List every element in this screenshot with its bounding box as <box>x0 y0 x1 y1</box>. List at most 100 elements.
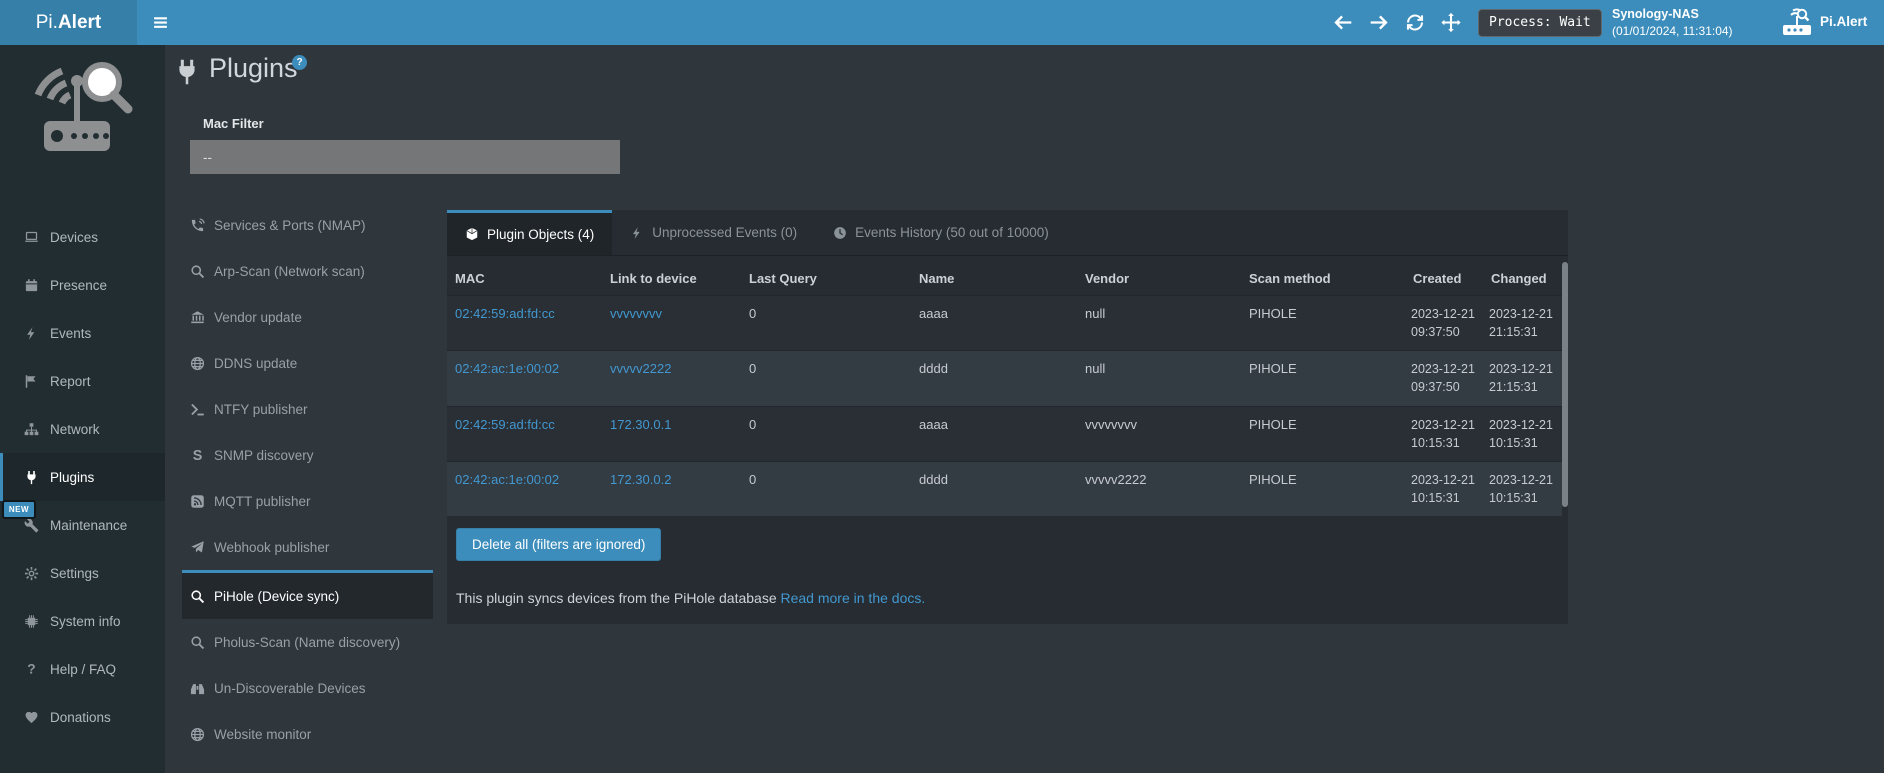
plugin-nav-snmp-discovery[interactable]: SNMP discovery <box>182 432 433 478</box>
sidebar-item-label: System info <box>50 614 121 629</box>
bolt-icon <box>24 326 39 341</box>
sidebar-item-label: Maintenance <box>50 518 127 533</box>
pialert-logo <box>24 57 138 167</box>
scan-method-cell: PIHOLE <box>1241 296 1405 351</box>
rss-icon <box>190 494 205 509</box>
plugin-nav-pholus-scan[interactable]: Pholus-Scan (Name discovery) <box>182 619 433 665</box>
heart-icon <box>24 710 39 725</box>
sidebar-toggle-button[interactable] <box>137 0 183 45</box>
name-cell: aaaa <box>911 296 1077 351</box>
gear-icon <box>24 566 39 581</box>
brand-bold: Alert <box>58 12 101 34</box>
sitemap-icon <box>24 422 39 437</box>
plugin-nav-label: Services & Ports (NMAP) <box>214 218 366 233</box>
cube-icon <box>465 227 479 241</box>
globe-icon <box>190 356 205 371</box>
created-cell: 2023-12-2109:37:50 <box>1405 296 1483 351</box>
tab-plugin-objects[interactable]: Plugin Objects (4) <box>447 210 612 255</box>
tab-bar: Plugin Objects (4) Unprocessed Events (0… <box>447 210 1568 256</box>
delete-all-button[interactable]: Delete all (filters are ignored) <box>456 528 661 561</box>
table-scrollbar[interactable] <box>1562 262 1568 507</box>
mac-link[interactable]: 02:42:59:ad:fd:cc <box>447 296 602 351</box>
device-link[interactable]: vvvvvvvv <box>602 296 741 351</box>
name-cell: aaaa <box>911 406 1077 461</box>
table-row: 02:42:59:ad:fd:cc vvvvvvvv 0 aaaa null P… <box>447 296 1562 351</box>
globe-icon <box>190 727 205 742</box>
move-icon[interactable] <box>1440 12 1462 33</box>
sidebar-item-plugins[interactable]: Plugins <box>0 453 165 501</box>
s-letter-icon <box>190 448 205 463</box>
scan-method-cell: PIHOLE <box>1241 406 1405 461</box>
vendor-cell: null <box>1077 351 1241 406</box>
host-timestamp: (01/01/2024, 11:31:04) <box>1612 23 1733 40</box>
clock-icon <box>833 226 847 240</box>
plugin-nav-ntfy-publisher[interactable]: NTFY publisher <box>182 386 433 432</box>
column-header-changed: Changed <box>1483 262 1562 296</box>
changed-cell: 2023-12-2121:15:31 <box>1483 351 1562 406</box>
calendar-icon <box>24 278 39 293</box>
plugin-nav-vendor-update[interactable]: Vendor update <box>182 294 433 340</box>
plug-icon <box>24 470 39 485</box>
last-query-cell: 0 <box>741 351 911 406</box>
device-link[interactable]: 172.30.0.2 <box>602 461 741 516</box>
sidebar-item-devices[interactable]: Devices <box>0 213 165 261</box>
plugin-nav-label: Webhook publisher <box>214 540 329 555</box>
sidebar-item-donations[interactable]: Donations <box>0 693 165 741</box>
help-badge[interactable]: ? <box>292 55 307 70</box>
search-icon <box>190 635 205 650</box>
wrench-icon <box>24 518 39 533</box>
last-query-cell: 0 <box>741 406 911 461</box>
column-header-scan-method: Scan method <box>1241 262 1405 296</box>
plugin-nav-label: Un-Discoverable Devices <box>214 681 366 696</box>
plugin-nav-pihole-device-sync[interactable]: PiHole (Device sync) <box>182 570 433 619</box>
nav-back-icon[interactable] <box>1332 12 1354 33</box>
plugin-nav-arp-scan[interactable]: Arp-Scan (Network scan) <box>182 248 433 294</box>
sidebar-item-settings[interactable]: Settings <box>0 549 165 597</box>
mac-filter-input[interactable] <box>190 140 620 174</box>
tab-events-history[interactable]: Events History (50 out of 10000) <box>815 210 1067 255</box>
plugin-nav-undiscoverable-devices[interactable]: Un-Discoverable Devices <box>182 665 433 711</box>
host-name: Synology-NAS <box>1612 5 1733 23</box>
plugin-nav-label: DDNS update <box>214 356 297 371</box>
content-area: Plugins ? Mac Filter Services & Ports (N… <box>165 45 1884 773</box>
table-header-row: MAC Link to device Last Query Name Vendo… <box>447 262 1562 296</box>
laptop-icon <box>24 230 39 245</box>
sidebar-item-label: Help / FAQ <box>50 662 116 677</box>
sidebar-item-report[interactable]: Report <box>0 357 165 405</box>
tab-unprocessed-events[interactable]: Unprocessed Events (0) <box>612 210 815 255</box>
plugin-nav-label: Vendor update <box>214 310 302 325</box>
docs-link[interactable]: Read more in the docs. <box>781 590 926 606</box>
brand-prefix: Pi. <box>36 12 58 34</box>
mac-link[interactable]: 02:42:ac:1e:00:02 <box>447 351 602 406</box>
sidebar-item-help-faq[interactable]: Help / FAQ <box>0 645 165 693</box>
device-link[interactable]: 172.30.0.1 <box>602 406 741 461</box>
column-header-last-query: Last Query <box>741 262 911 296</box>
vendor-cell: null <box>1077 296 1241 351</box>
sidebar-item-label: Report <box>50 374 91 389</box>
tab-label: Unprocessed Events (0) <box>652 225 797 240</box>
plugin-nav-ddns-update[interactable]: DDNS update <box>182 340 433 386</box>
sidebar-item-presence[interactable]: Presence <box>0 261 165 309</box>
terminal-icon <box>190 402 205 417</box>
mac-link[interactable]: 02:42:59:ad:fd:cc <box>447 406 602 461</box>
column-header-name: Name <box>911 262 1077 296</box>
sidebar-item-network[interactable]: Network <box>0 405 165 453</box>
refresh-icon[interactable] <box>1404 12 1426 33</box>
sidebar-item-events[interactable]: Events <box>0 309 165 357</box>
plugin-nav-webhook-publisher[interactable]: Webhook publisher <box>182 524 433 570</box>
sidebar-item-system-info[interactable]: System info <box>0 597 165 645</box>
plugin-nav-services-ports[interactable]: Services & Ports (NMAP) <box>182 202 433 248</box>
changed-cell: 2023-12-2121:15:31 <box>1483 296 1562 351</box>
mac-link[interactable]: 02:42:ac:1e:00:02 <box>447 461 602 516</box>
brand-logo[interactable]: Pi.Alert <box>0 0 137 45</box>
sidebar-item-label: Devices <box>50 230 98 245</box>
plugin-nav-mqtt-publisher[interactable]: MQTT publisher <box>182 478 433 524</box>
plugin-nav-website-monitor[interactable]: Website monitor <box>182 711 433 757</box>
plug-icon <box>173 58 201 86</box>
plugin-description: This plugin syncs devices from the PiHol… <box>456 590 925 606</box>
column-header-link: Link to device <box>602 262 741 296</box>
search-icon <box>190 264 205 279</box>
nav-forward-icon[interactable] <box>1368 12 1390 33</box>
device-link[interactable]: vvvvv2222 <box>602 351 741 406</box>
changed-cell: 2023-12-2110:15:31 <box>1483 406 1562 461</box>
